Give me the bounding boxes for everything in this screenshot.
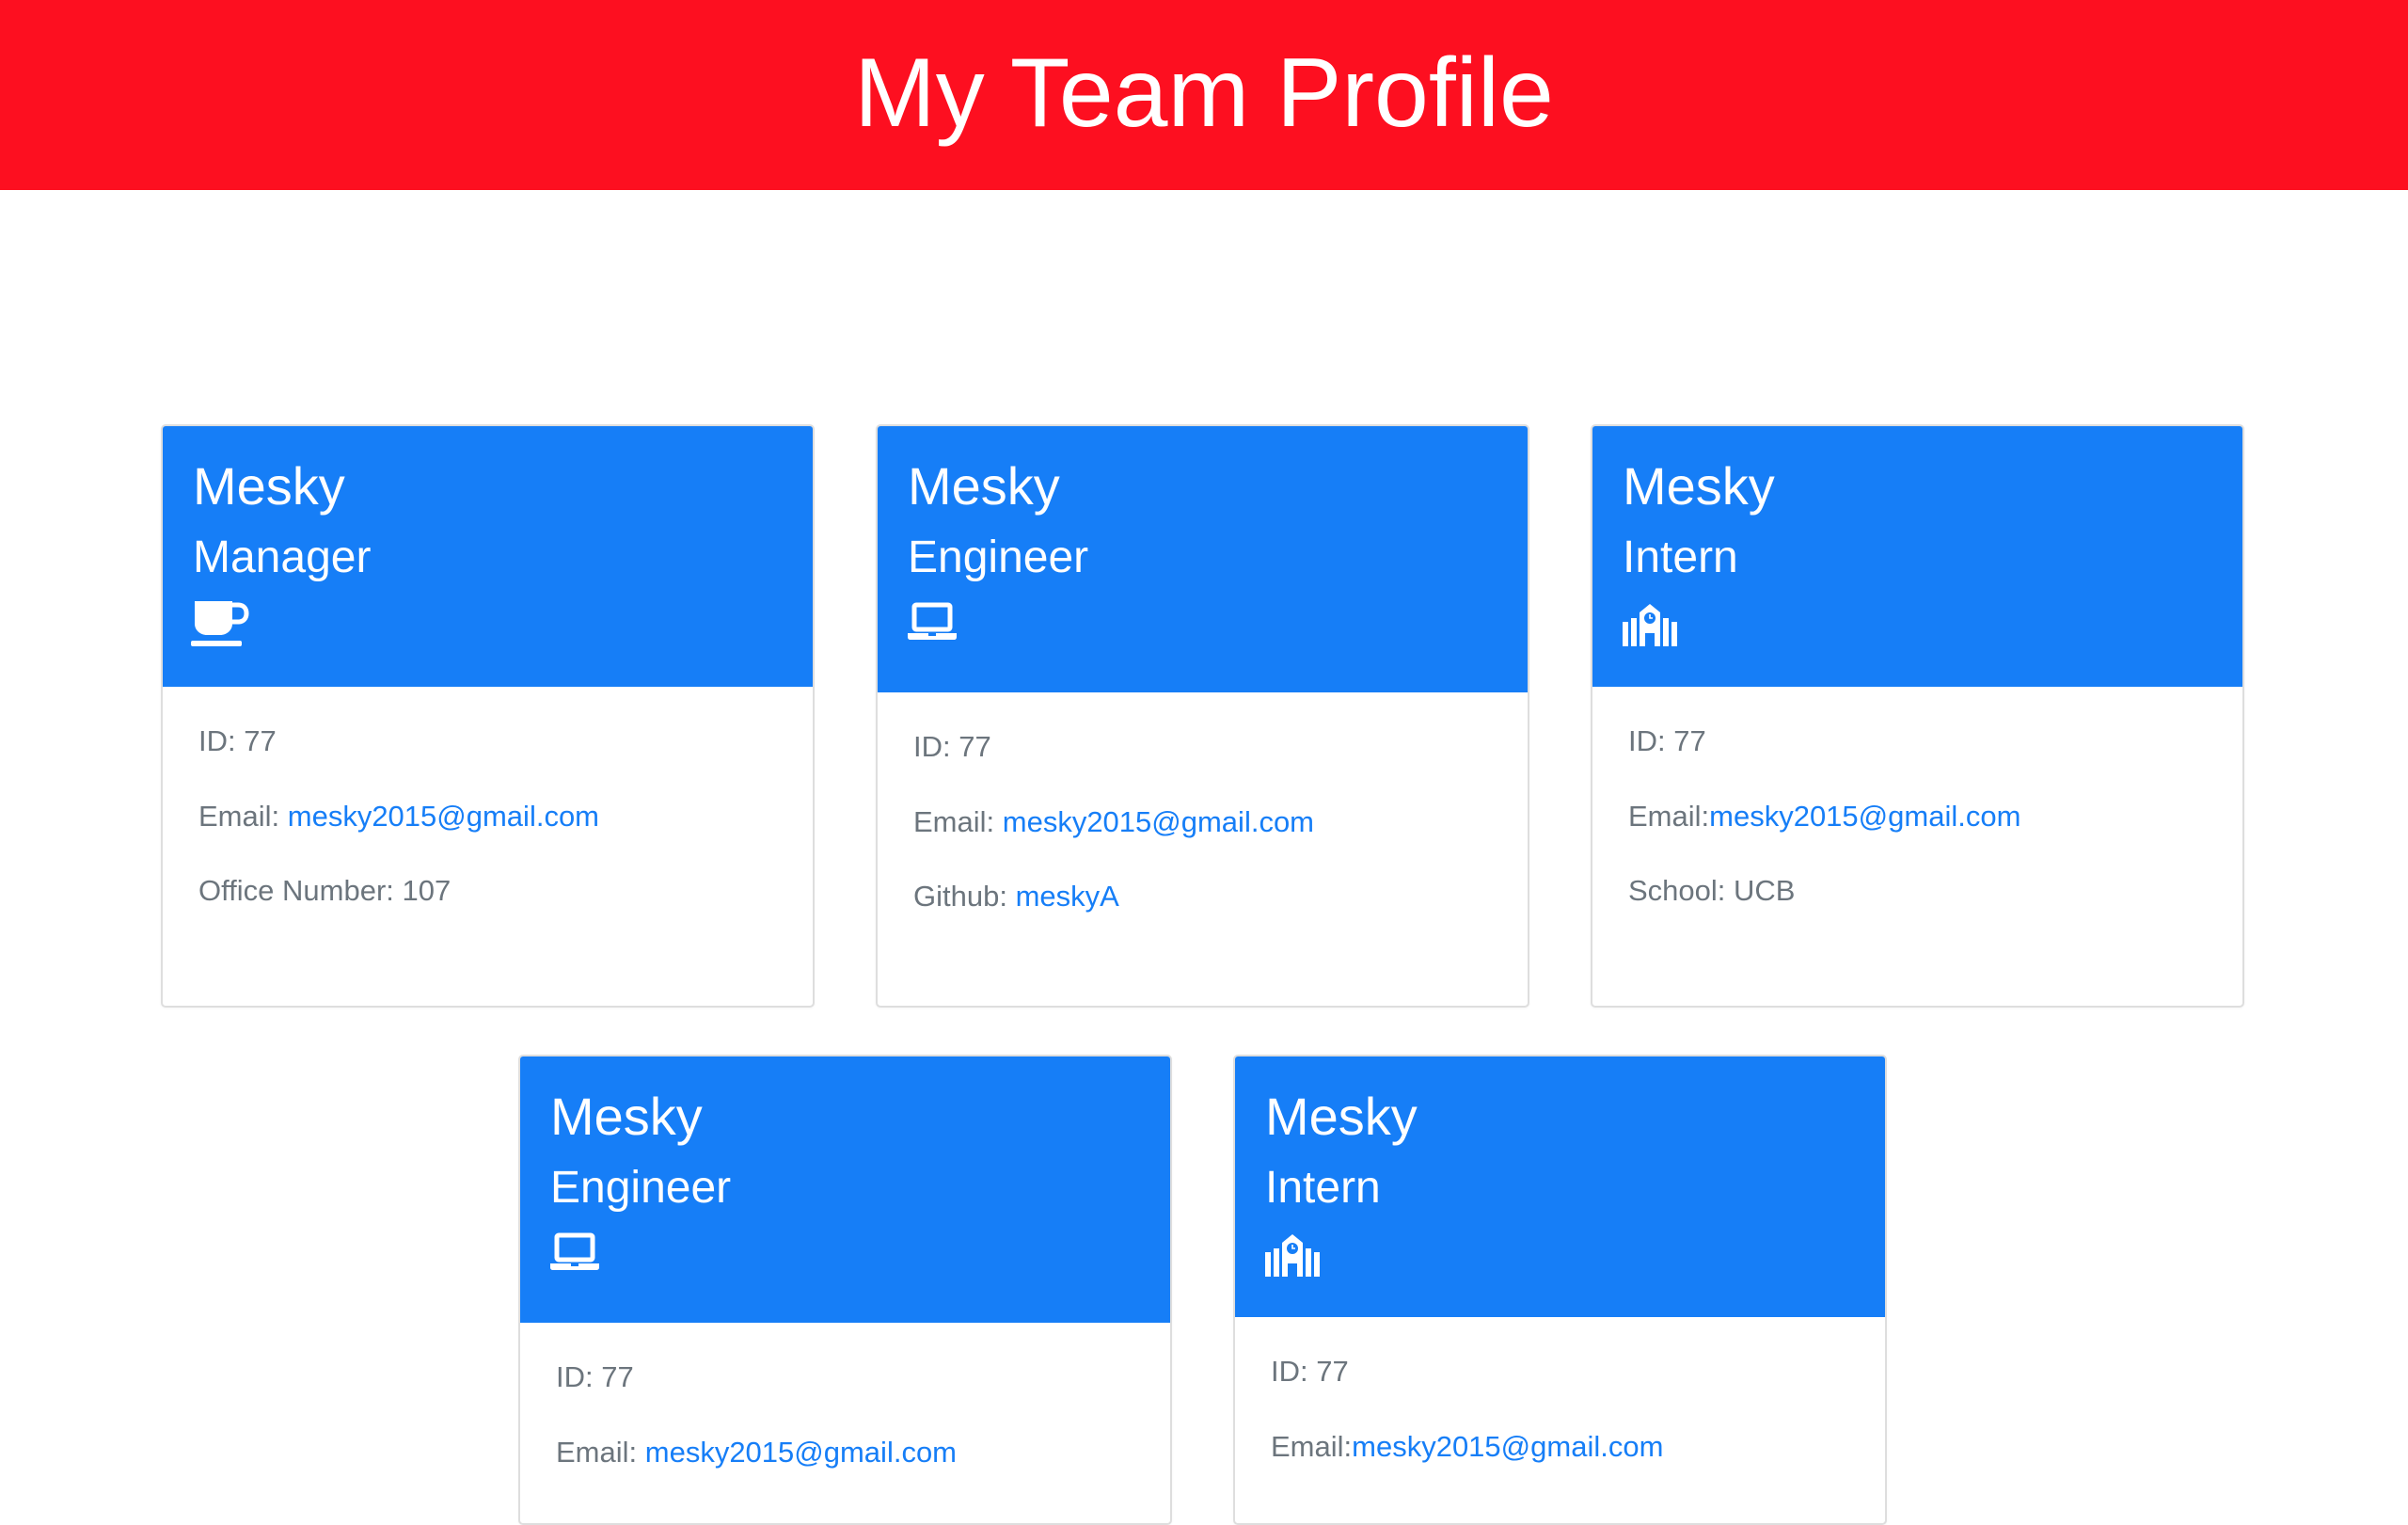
card-header: Mesky Manager [163,426,813,687]
employee-name: Mesky [193,456,345,516]
employee-role: Engineer [550,1163,732,1213]
email-link[interactable]: mesky2015@gmail.com [1709,800,2020,833]
employee-id: ID: 77 [198,724,277,757]
email-link[interactable]: mesky2015@gmail.com [288,800,599,833]
page-header: My Team Profile [0,0,2408,190]
school-icon [1263,1230,1322,1279]
employee-email-row: Email: mesky2015@gmail.com [198,800,599,834]
card-header: Mesky Engineer [878,426,1528,692]
employee-role: Engineer [908,532,1089,582]
email-link[interactable]: mesky2015@gmail.com [1003,805,1314,838]
email-link[interactable]: mesky2015@gmail.com [645,1436,957,1469]
employee-id: ID: 77 [913,730,991,763]
employee-card-intern: Mesky Intern ID: 77 Email:mesky2015@gmai… [1233,1055,1887,1525]
employee-id: ID: 77 [1271,1355,1349,1388]
github-label: Github: [913,880,1016,913]
employee-email-row: Email:mesky2015@gmail.com [1271,1430,1663,1464]
email-label: Email: [198,800,288,833]
office-number: Office Number: 107 [198,874,452,907]
employee-email-row: Email: mesky2015@gmail.com [556,1436,957,1469]
employee-name: Mesky [908,456,1060,516]
email-link[interactable]: mesky2015@gmail.com [1352,1430,1663,1463]
github-link[interactable]: meskyA [1016,880,1119,913]
employee-role: Intern [1265,1163,1381,1213]
email-label: Email: [913,805,1003,838]
employee-card-engineer: Mesky Engineer ID: 77 Email: mesky2015@g… [518,1055,1172,1525]
coffee-mug-icon [191,599,249,648]
card-header: Mesky Intern [1592,426,2242,687]
employee-email-row: Email:mesky2015@gmail.com [1628,800,2020,834]
employee-name: Mesky [550,1087,703,1146]
employee-id: ID: 77 [556,1360,634,1393]
employee-card-intern: Mesky Intern ID: 77 Email:mesky2015@gmai… [1591,424,2244,1008]
employee-name: Mesky [1623,456,1775,516]
school: School: UCB [1628,874,1796,907]
employee-role: Intern [1623,532,1738,582]
laptop-icon [548,1230,607,1279]
card-header: Mesky Engineer [520,1056,1170,1323]
card-header: Mesky Intern [1235,1056,1885,1317]
github-row: Github: meskyA [913,880,1119,913]
employee-card-manager: Mesky Manager ID: 77 Email: mesky2015@gm… [161,424,815,1008]
email-label: Email: [1628,800,1710,833]
laptop-icon [906,599,964,648]
email-label: Email: [556,1436,645,1469]
email-label: Email: [1271,1430,1353,1463]
employee-id: ID: 77 [1628,724,1706,757]
employee-email-row: Email: mesky2015@gmail.com [913,805,1314,839]
page-title: My Team Profile [854,39,1554,148]
school-icon [1621,599,1679,648]
employee-name: Mesky [1265,1087,1418,1146]
employee-card-engineer: Mesky Engineer ID: 77 Email: mesky2015@g… [876,424,1529,1008]
employee-role: Manager [193,532,372,582]
